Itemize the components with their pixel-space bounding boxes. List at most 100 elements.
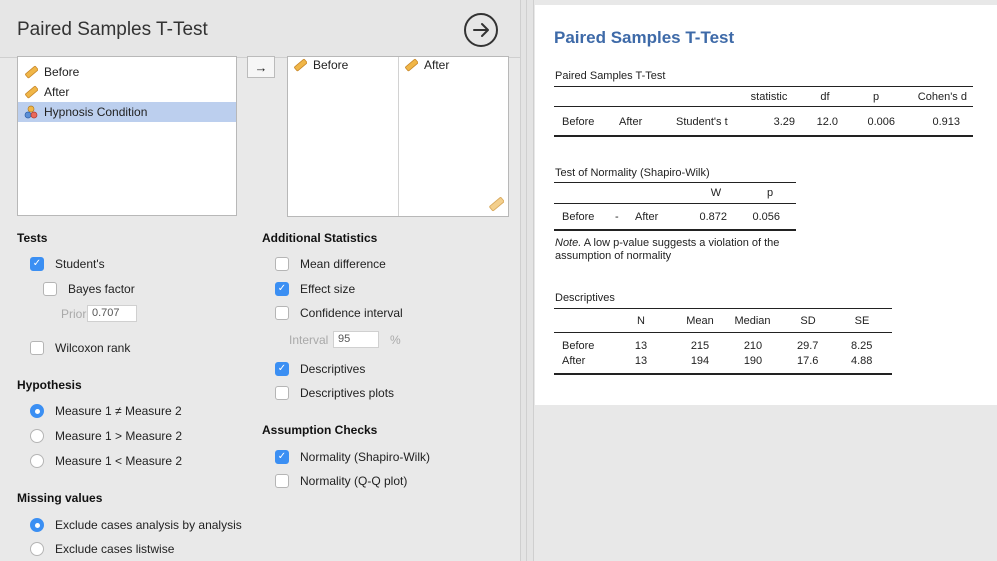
bayes-factor-checkbox[interactable]: Bayes factor	[43, 282, 135, 296]
ruler-icon	[294, 58, 307, 72]
qq-plot-checkbox[interactable]: Normality (Q-Q plot)	[275, 474, 407, 488]
descriptives-table-caption: Descriptives	[555, 292, 615, 304]
checkbox-icon	[275, 306, 289, 320]
ttest-table-caption: Paired Samples T-Test	[555, 70, 666, 82]
hypothesis-greater-radio[interactable]: Measure 1 > Measure 2	[30, 429, 182, 443]
students-checkbox[interactable]: ✓ Student's	[30, 257, 105, 271]
table-header: Median	[734, 315, 771, 327]
options-panel: Paired Samples T-Test Before After Hypno…	[0, 0, 520, 561]
table-cell: 215	[690, 340, 710, 352]
option-label: Normality (Q-Q plot)	[300, 474, 408, 488]
table-cell: 13	[634, 355, 648, 367]
descriptives-checkbox[interactable]: ✓ Descriptives	[275, 362, 365, 376]
confidence-interval-checkbox[interactable]: Confidence interval	[275, 306, 403, 320]
ruler-icon	[405, 58, 418, 72]
additional-statistics-heading: Additional Statistics	[262, 231, 378, 245]
tests-heading: Tests	[17, 231, 48, 245]
effect-size-checkbox[interactable]: ✓ Effect size	[275, 282, 355, 296]
table-cell: 0.872	[699, 211, 727, 223]
paired-variables-box[interactable]: Before After	[287, 56, 509, 217]
hypothesis-less-radio[interactable]: Measure 1 < Measure 2	[30, 454, 182, 468]
table-header: W	[710, 187, 722, 199]
variable-label: After	[44, 85, 70, 99]
radio-icon	[30, 542, 44, 556]
move-variable-button[interactable]: →	[247, 56, 275, 78]
interval-label: Interval	[289, 333, 329, 347]
option-label: Measure 1 < Measure 2	[55, 454, 183, 468]
table-cell: Student's t	[676, 116, 728, 128]
variable-list[interactable]: Before After Hypnosis Condition	[17, 56, 237, 216]
table-cell: 190	[743, 355, 763, 367]
checkbox-checked-icon: ✓	[275, 362, 289, 376]
variable-label: Before	[44, 65, 80, 79]
pair-second[interactable]: After	[404, 58, 449, 72]
ruler-icon	[25, 85, 38, 99]
table-rule	[554, 308, 892, 309]
table-header: p	[872, 91, 880, 103]
run-button[interactable]	[464, 13, 498, 47]
splitter-line	[526, 0, 527, 561]
analysis-title: Paired Samples T-Test	[17, 19, 208, 40]
panel-splitter[interactable]	[520, 0, 534, 561]
radio-selected-icon	[30, 518, 44, 532]
variable-label: Hypnosis Condition	[44, 105, 148, 119]
table-cell: 17.6	[797, 355, 819, 367]
table-cell: 0.006	[867, 116, 895, 128]
table-header: SE	[854, 315, 870, 327]
normality-table-caption: Test of Normality (Shapiro-Wilk)	[555, 167, 710, 179]
table-rule	[554, 182, 796, 183]
pair-first-label: Before	[313, 58, 349, 72]
table-cell: Before	[562, 340, 595, 352]
title-bar: Paired Samples T-Test	[0, 0, 520, 58]
table-cell: 13	[634, 340, 648, 352]
option-label: Exclude cases analysis by analysis	[55, 518, 242, 532]
table-header: Cohen's d	[917, 91, 967, 103]
variable-after[interactable]: After	[18, 82, 236, 102]
pair-first[interactable]: Before	[293, 58, 348, 72]
normality-note: Note. A low p-value suggests a violation…	[555, 237, 795, 263]
shapiro-wilk-checkbox[interactable]: ✓ Normality (Shapiro-Wilk)	[275, 450, 430, 464]
checkbox-checked-icon: ✓	[275, 450, 289, 464]
arrow-circle-right-icon	[473, 23, 489, 37]
option-label: Mean difference	[300, 257, 386, 271]
exclude-analysis-radio[interactable]: Exclude cases analysis by analysis	[30, 518, 242, 532]
pair-divider	[398, 57, 399, 216]
table-cell: 194	[690, 355, 710, 367]
checkbox-icon	[43, 282, 57, 296]
variable-before[interactable]: Before	[18, 62, 236, 82]
prior-field[interactable]: 0.707	[87, 305, 137, 322]
option-label: Exclude cases listwise	[55, 542, 175, 556]
note-lead: Note.	[555, 237, 582, 249]
table-cell: 8.25	[851, 340, 873, 352]
exclude-listwise-radio[interactable]: Exclude cases listwise	[30, 542, 174, 556]
hypothesis-not-equal-radio[interactable]: Measure 1 ≠ Measure 2	[30, 404, 182, 418]
note-text: A low p-value suggests a violation of th…	[555, 237, 780, 262]
table-cell: 0.056	[752, 211, 780, 223]
table-cell: -	[615, 211, 619, 223]
table-cell: Before	[562, 116, 595, 128]
table-cell: Before	[562, 211, 595, 223]
interval-field[interactable]: 95	[333, 331, 379, 348]
descriptives-plots-checkbox[interactable]: Descriptives plots	[275, 386, 394, 400]
option-label: Measure 1 ≠ Measure 2	[55, 404, 182, 418]
option-label: Normality (Shapiro-Wilk)	[300, 450, 431, 464]
mean-difference-checkbox[interactable]: Mean difference	[275, 257, 386, 271]
variable-hypnosis-condition[interactable]: Hypnosis Condition	[18, 102, 236, 122]
table-rule	[554, 135, 973, 137]
checkbox-icon	[275, 386, 289, 400]
table-rule	[554, 373, 892, 375]
results-title: Paired Samples T-Test	[554, 28, 735, 47]
missing-values-heading: Missing values	[17, 491, 103, 505]
radio-icon	[30, 454, 44, 468]
ruler-icon	[489, 197, 504, 212]
table-cell: After	[619, 116, 643, 128]
table-header: statistic	[750, 91, 788, 103]
table-rule	[554, 106, 973, 107]
wilcoxon-checkbox[interactable]: Wilcoxon rank	[30, 341, 130, 355]
table-cell: 3.29	[773, 116, 795, 128]
pair-second-label: After	[424, 58, 450, 72]
interval-unit: %	[390, 333, 401, 347]
table-rule	[554, 203, 796, 204]
option-label: Bayes factor	[68, 282, 135, 296]
checkbox-icon	[275, 257, 289, 271]
